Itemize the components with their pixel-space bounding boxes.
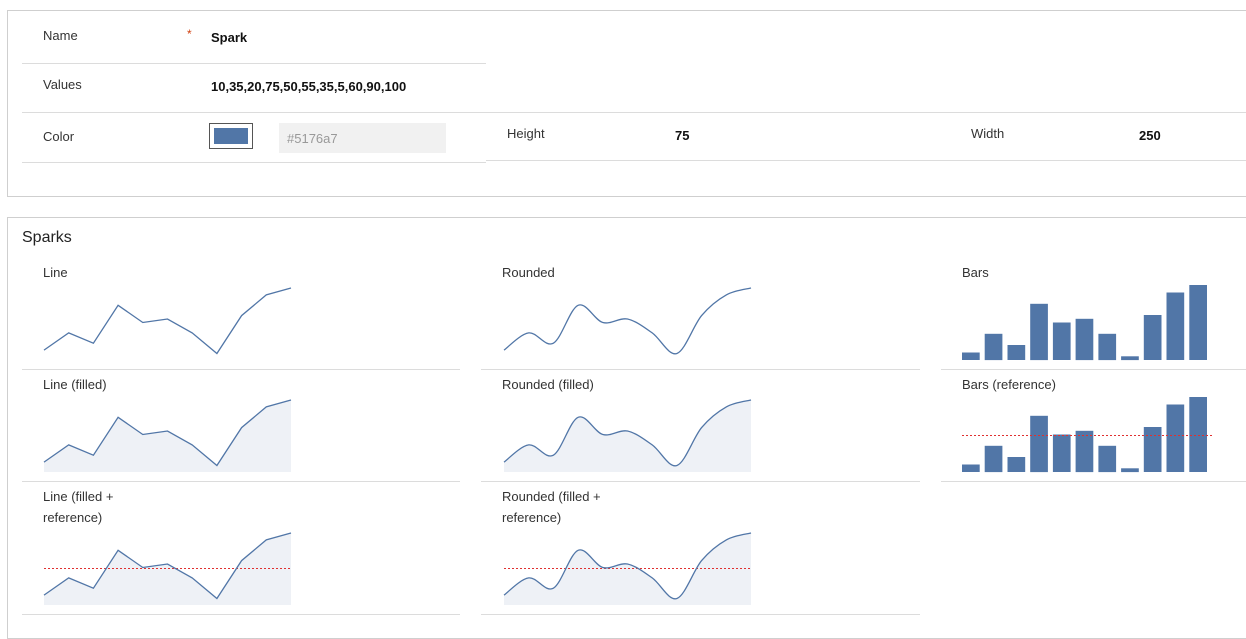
spark-bar bbox=[1098, 446, 1116, 472]
spark-bar bbox=[1008, 345, 1026, 360]
spark-bar bbox=[1167, 405, 1185, 473]
spark-bar bbox=[1144, 427, 1162, 472]
divider bbox=[481, 481, 920, 482]
spark-bar bbox=[962, 465, 980, 473]
spark-bar bbox=[1008, 457, 1026, 472]
spark-bar bbox=[1144, 315, 1162, 360]
rounded-filled-spark bbox=[504, 397, 751, 472]
spark-title-bars-reference: Bars (reference) bbox=[962, 374, 1056, 395]
rounded-spark bbox=[504, 285, 751, 360]
width-label: Width bbox=[971, 126, 1004, 141]
spark-bar bbox=[962, 353, 980, 361]
divider bbox=[22, 162, 486, 163]
spark-line bbox=[44, 288, 291, 354]
name-label: Name bbox=[43, 28, 78, 43]
spark-area bbox=[504, 400, 751, 472]
spark-title-line-filled-reference: Line (filled + reference) bbox=[43, 486, 153, 528]
divider bbox=[22, 63, 486, 64]
bars-reference-spark bbox=[962, 397, 1212, 472]
spark-bar bbox=[985, 446, 1003, 472]
color-hex-input[interactable] bbox=[279, 123, 446, 153]
bars-spark bbox=[962, 285, 1212, 360]
spark-title-bars: Bars bbox=[962, 262, 989, 283]
name-field[interactable]: Spark bbox=[211, 30, 247, 45]
spark-settings-panel bbox=[7, 10, 1246, 197]
spark-bar bbox=[1121, 356, 1139, 360]
spark-title-line: Line bbox=[43, 262, 68, 283]
spark-bar bbox=[1030, 304, 1048, 360]
divider bbox=[941, 481, 1246, 482]
width-field[interactable]: 250 bbox=[1139, 128, 1161, 143]
divider bbox=[481, 369, 920, 370]
spark-title-rounded-filled-reference: Rounded (filled + reference) bbox=[502, 486, 632, 528]
divider bbox=[22, 369, 460, 370]
spark-line bbox=[504, 288, 751, 354]
divider bbox=[486, 160, 1246, 161]
color-label: Color bbox=[43, 129, 74, 144]
spark-bar bbox=[985, 334, 1003, 360]
spark-bar bbox=[1030, 416, 1048, 472]
spark-bar bbox=[1076, 319, 1094, 360]
divider bbox=[22, 481, 460, 482]
spark-bar bbox=[1189, 285, 1207, 360]
divider bbox=[481, 614, 920, 615]
color-swatch-preview bbox=[214, 128, 248, 144]
values-label: Values bbox=[43, 77, 82, 92]
rounded-filled-reference-spark bbox=[504, 530, 751, 605]
spark-bar bbox=[1076, 431, 1094, 472]
height-field[interactable]: 75 bbox=[675, 128, 689, 143]
spark-bar bbox=[1053, 435, 1071, 473]
divider bbox=[22, 614, 460, 615]
line-filled-reference-spark bbox=[44, 530, 291, 605]
required-marker: * bbox=[187, 27, 192, 41]
spark-title-rounded: Rounded bbox=[502, 262, 555, 283]
spark-bar bbox=[1121, 468, 1139, 472]
color-swatch-button[interactable] bbox=[209, 123, 253, 149]
divider bbox=[22, 112, 1246, 113]
line-spark bbox=[44, 285, 291, 360]
spark-bar bbox=[1098, 334, 1116, 360]
spark-title-line-filled: Line (filled) bbox=[43, 374, 107, 395]
divider bbox=[941, 369, 1246, 370]
spark-area bbox=[44, 533, 291, 605]
line-filled-spark bbox=[44, 397, 291, 472]
spark-bar bbox=[1053, 323, 1071, 361]
spark-bar bbox=[1189, 397, 1207, 472]
height-label: Height bbox=[507, 126, 545, 141]
spark-title-rounded-filled: Rounded (filled) bbox=[502, 374, 594, 395]
spark-area bbox=[504, 533, 751, 605]
section-title: Sparks bbox=[22, 229, 72, 247]
spark-area bbox=[44, 400, 291, 472]
values-field[interactable]: 10,35,20,75,50,55,35,5,60,90,100 bbox=[211, 79, 406, 94]
spark-bar bbox=[1167, 293, 1185, 361]
